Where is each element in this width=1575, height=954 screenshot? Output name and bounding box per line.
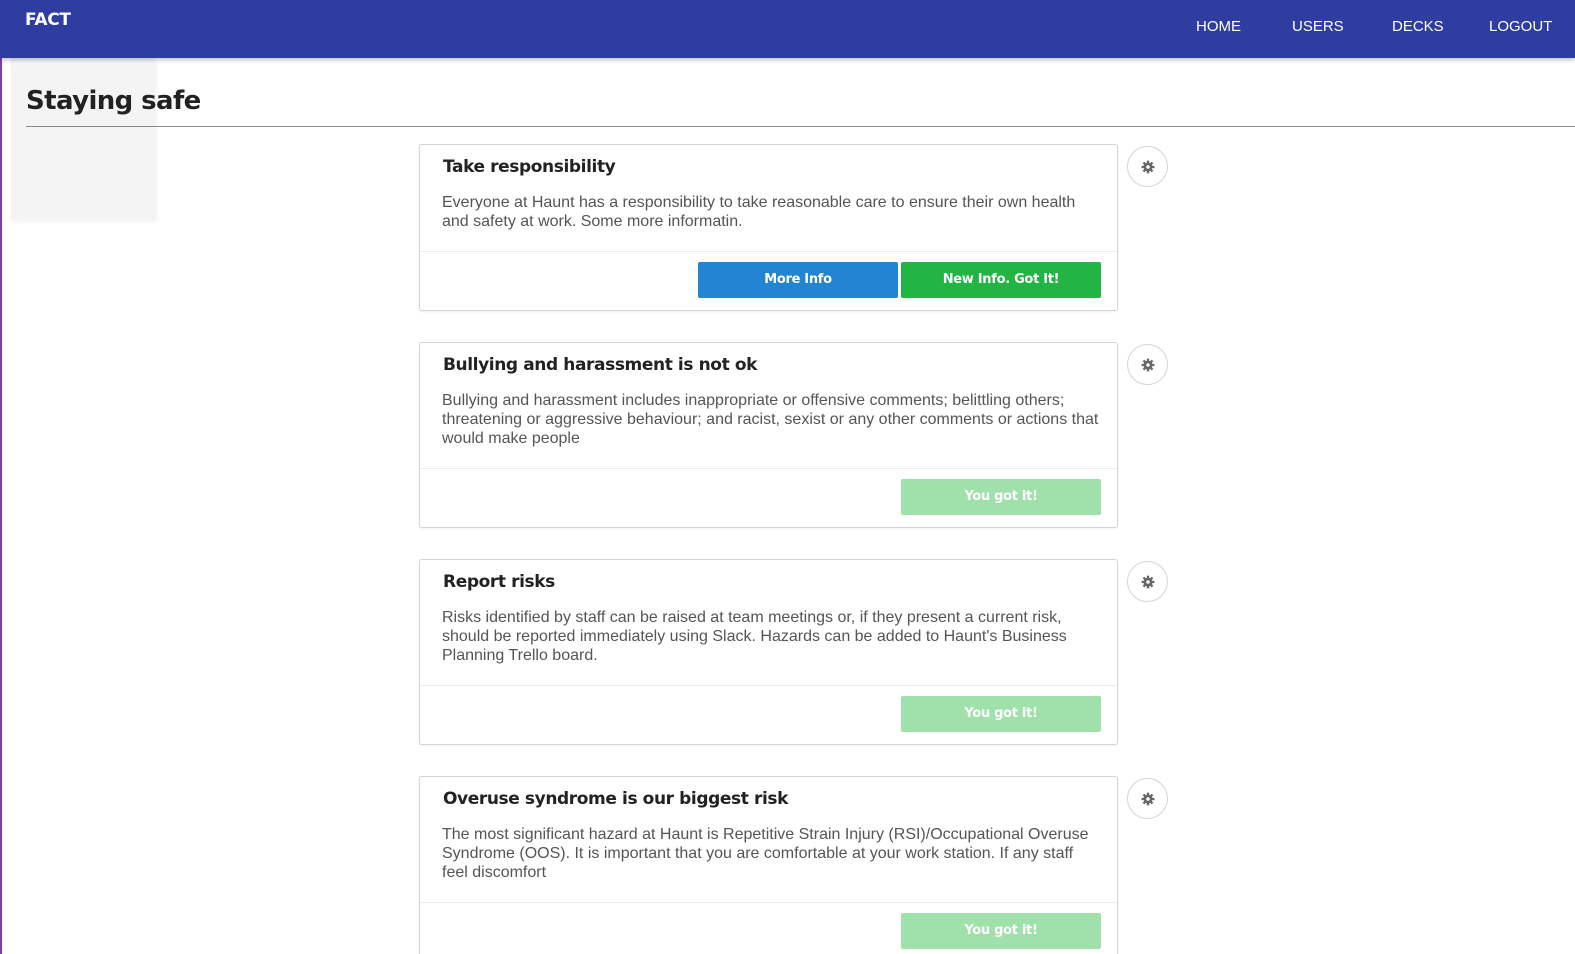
card-settings-button[interactable] xyxy=(1127,778,1168,819)
fact-card: Bullying and harassment is not ok Bullyi… xyxy=(419,342,1118,528)
card-title: Bullying and harassment is not ok xyxy=(443,355,758,375)
you-got-it-button[interactable]: You got it! xyxy=(901,479,1101,515)
nav-users-link[interactable]: USERS xyxy=(1292,18,1344,35)
card-settings-button[interactable] xyxy=(1127,146,1168,187)
you-got-it-button[interactable]: You got it! xyxy=(901,696,1101,732)
card-settings-button[interactable] xyxy=(1127,561,1168,602)
got-it-button[interactable]: New Info. Got It! xyxy=(901,262,1101,298)
card-title: Overuse syndrome is our biggest risk xyxy=(443,789,789,809)
gear-icon xyxy=(1141,160,1154,173)
nav-decks-link[interactable]: DECKS xyxy=(1392,18,1444,35)
fact-card: Report risks Risks identified by staff c… xyxy=(419,559,1118,745)
nav-logout-link[interactable]: LOGOUT xyxy=(1489,18,1552,35)
you-got-it-button[interactable]: You got it! xyxy=(901,913,1101,949)
gear-icon xyxy=(1141,575,1154,588)
page-title: Staying safe xyxy=(26,86,201,116)
card-text: Risks identified by staff can be raised … xyxy=(442,609,1067,664)
card-text: The most significant hazard at Haunt is … xyxy=(442,826,1089,881)
card-footer: More Info New Info. Got It! xyxy=(420,251,1117,310)
fact-card: Overuse syndrome is our biggest risk The… xyxy=(419,776,1118,954)
gear-icon xyxy=(1141,358,1154,371)
card-footer: You got it! xyxy=(420,902,1117,954)
top-navbar: FACT HOME USERS DECKS LOGOUT xyxy=(0,0,1575,58)
card-title: Report risks xyxy=(443,572,555,592)
card-title: Take responsibility xyxy=(443,157,616,177)
gear-icon xyxy=(1141,792,1154,805)
card-settings-button[interactable] xyxy=(1127,344,1168,385)
fact-card: Take responsibility Everyone at Haunt ha… xyxy=(419,144,1118,311)
window-left-edge xyxy=(0,0,2,954)
nav-home-link[interactable]: HOME xyxy=(1196,18,1241,35)
card-text: Everyone at Haunt has a responsibility t… xyxy=(442,194,1076,230)
side-panel xyxy=(11,58,154,220)
card-footer: You got it! xyxy=(420,468,1117,527)
card-footer: You got it! xyxy=(420,685,1117,744)
card-text: Bullying and harassment includes inappro… xyxy=(442,392,1099,447)
more-info-button[interactable]: More Info xyxy=(698,262,898,298)
title-divider xyxy=(26,126,1575,127)
app-brand[interactable]: FACT xyxy=(25,10,71,30)
